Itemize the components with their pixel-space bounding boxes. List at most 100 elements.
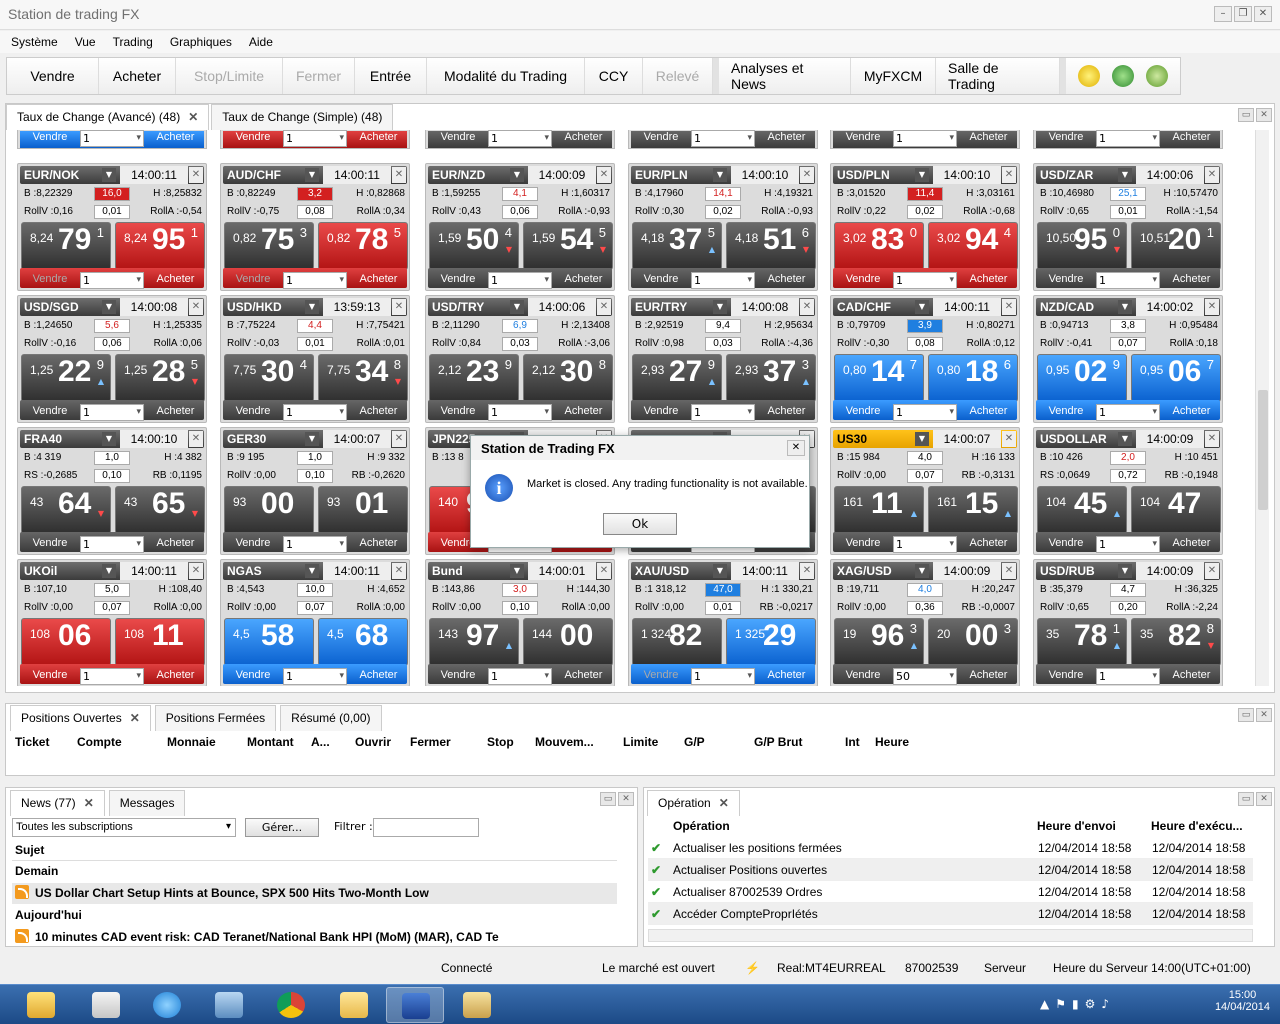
close-icon[interactable]: ✕ — [189, 563, 203, 579]
close-icon[interactable]: ✕ — [597, 167, 611, 183]
quantity-select[interactable]: 1 — [1096, 272, 1160, 289]
tab-positions-ouvertes[interactable]: Positions Ouvertes ✕ — [10, 705, 151, 731]
close-icon[interactable]: ✕ — [800, 299, 814, 315]
quantity-select[interactable]: 1 — [283, 536, 347, 553]
quantity-select[interactable]: 1 — [283, 130, 347, 147]
sell-button[interactable]: Vendre — [21, 402, 79, 422]
sell-button[interactable]: Vendre — [834, 402, 892, 422]
buy-button[interactable]: Acheter — [959, 270, 1018, 290]
close-icon[interactable]: ✕ — [189, 167, 203, 183]
col-montant[interactable]: Montant — [247, 735, 294, 749]
quantity-select[interactable]: 1 — [1096, 668, 1160, 685]
tab-news[interactable]: News (77) ✕ — [10, 790, 105, 816]
sell-price-button[interactable]: 4,18 37 5 ▲ — [632, 222, 722, 270]
buy-button[interactable]: Acheter — [146, 666, 205, 686]
lightbulb-icon[interactable] — [1078, 65, 1100, 87]
sell-button[interactable]: Vendre — [224, 402, 282, 422]
chevron-down-icon[interactable]: ▼ — [102, 432, 116, 446]
quantity-select[interactable]: 1 — [283, 272, 347, 289]
sell-button[interactable]: Vendre — [429, 130, 487, 148]
quantity-select[interactable]: 1 — [488, 272, 552, 289]
buy-price-button[interactable]: 1,59 54 5 ▼ — [523, 222, 613, 270]
quantity-select[interactable]: 1 — [691, 404, 755, 421]
quantity-select[interactable]: 1 — [691, 130, 755, 147]
control-panel-icon[interactable] — [200, 987, 258, 1023]
quantity-select[interactable]: 1 — [488, 668, 552, 685]
chevron-down-icon[interactable]: ▼ — [510, 564, 524, 578]
sell-button[interactable]: Vendre — [1037, 534, 1095, 554]
tab-operation[interactable]: Opération ✕ — [647, 790, 740, 816]
sell-button[interactable]: Vendre — [429, 666, 487, 686]
sell-price-button[interactable]: 1,59 50 4 ▼ — [429, 222, 519, 270]
refresh-icon[interactable] — [1112, 65, 1134, 87]
tab-resume[interactable]: Résumé (0,00) — [280, 705, 382, 731]
operations-hscrollbar[interactable] — [648, 929, 1253, 942]
chevron-down-icon[interactable]: ▼ — [713, 564, 727, 578]
col-heure[interactable]: Heure — [875, 735, 909, 749]
sell-price-button[interactable]: 8,24 79 1 — [21, 222, 111, 270]
close-icon[interactable]: ✕ — [1205, 167, 1219, 183]
chevron-down-icon[interactable]: ▼ — [305, 168, 319, 182]
quantity-select[interactable]: 1 — [283, 668, 347, 685]
close-icon[interactable]: ✕ — [1205, 431, 1219, 447]
chevron-down-icon[interactable]: ▼ — [305, 432, 319, 446]
buy-button[interactable]: Acheter — [554, 666, 613, 686]
buy-button[interactable]: Acheter — [554, 270, 613, 290]
close-icon[interactable]: ✕ — [597, 299, 611, 315]
buy-price-button[interactable]: 161 15 ▲ — [928, 486, 1018, 534]
buy-price-button[interactable]: 10,51 20 1 — [1131, 222, 1221, 270]
chevron-down-icon[interactable]: ▼ — [1118, 168, 1132, 182]
clock[interactable]: 15:00 14/04/2014 — [1215, 989, 1270, 1013]
news-col-sujet[interactable]: Sujet — [12, 840, 617, 861]
col-limite[interactable]: Limite — [623, 735, 658, 749]
buy-price-button[interactable]: 0,80 18 6 — [928, 354, 1018, 402]
quantity-select[interactable]: 1 — [283, 404, 347, 421]
buy-price-button[interactable]: 7,75 34 8 ▼ — [318, 354, 408, 402]
quantity-select[interactable]: 50 — [893, 668, 957, 685]
chevron-down-icon[interactable]: ▼ — [1118, 432, 1132, 446]
buy-price-button[interactable]: 1,25 28 5 ▼ — [115, 354, 205, 402]
buy-price-button[interactable]: 20 00 3 — [928, 618, 1018, 666]
stop-limite-button[interactable]: Stop/Limite — [176, 58, 283, 94]
close-icon[interactable]: ✕ — [1205, 563, 1219, 579]
buy-button[interactable]: Acheter — [349, 402, 408, 422]
operation-row[interactable]: ✔ Actualiser 87002539 Ordres 12/04/2014 … — [648, 881, 1253, 903]
close-icon[interactable]: ✕ — [1002, 299, 1016, 315]
chevron-down-icon[interactable]: ▼ — [915, 300, 929, 314]
releve-button[interactable]: Relevé — [643, 58, 713, 94]
vendre-button[interactable]: Vendre — [7, 58, 99, 94]
buy-price-button[interactable]: 93 01 — [318, 486, 408, 534]
buy-price-button[interactable]: 108 11 — [115, 618, 205, 666]
modalite-trading-button[interactable]: Modalité du Trading — [427, 58, 585, 94]
close-icon[interactable]: ✕ — [392, 431, 406, 447]
close-icon[interactable]: ✕ — [800, 563, 814, 579]
sell-price-button[interactable]: 0,80 14 7 — [834, 354, 924, 402]
quantity-select[interactable]: 1 — [488, 404, 552, 421]
sell-button[interactable]: Vendre — [834, 130, 892, 148]
quantity-select[interactable]: 1 — [488, 130, 552, 147]
buy-price-button[interactable]: 3,02 94 4 — [928, 222, 1018, 270]
sell-price-button[interactable]: 4,5 58 — [224, 618, 314, 666]
buy-button[interactable]: Acheter — [1162, 270, 1221, 290]
quantity-select[interactable]: 1 — [1096, 404, 1160, 421]
chrome-icon[interactable] — [262, 987, 320, 1023]
dialog-close-button[interactable]: ✕ — [787, 440, 805, 456]
buy-button[interactable]: Acheter — [1162, 402, 1221, 422]
sell-button[interactable]: Vendre — [21, 130, 79, 148]
chevron-down-icon[interactable]: ▼ — [915, 168, 929, 182]
fxcm-icon[interactable] — [386, 987, 444, 1023]
buy-button[interactable]: Acheter — [1162, 666, 1221, 686]
buy-price-button[interactable]: 2,12 30 8 — [523, 354, 613, 402]
chevron-down-icon[interactable]: ▼ — [713, 168, 727, 182]
sell-button[interactable]: Vendre — [224, 270, 282, 290]
sell-price-button[interactable]: 3,02 83 0 — [834, 222, 924, 270]
buy-button[interactable]: Acheter — [1162, 534, 1221, 554]
tab-taux-avance[interactable]: Taux de Change (Avancé) (48) ✕ — [6, 104, 210, 130]
settings-gears-icon[interactable] — [1146, 65, 1168, 87]
buy-price-button[interactable]: 0,82 78 5 — [318, 222, 408, 270]
buy-price-button[interactable]: 35 82 8 ▼ — [1131, 618, 1221, 666]
buy-price-button[interactable]: 8,24 95 1 — [115, 222, 205, 270]
menu-trading[interactable]: Trading — [102, 32, 159, 49]
sell-button[interactable]: Vendre — [1037, 402, 1095, 422]
buy-button[interactable]: Acheter — [349, 270, 408, 290]
